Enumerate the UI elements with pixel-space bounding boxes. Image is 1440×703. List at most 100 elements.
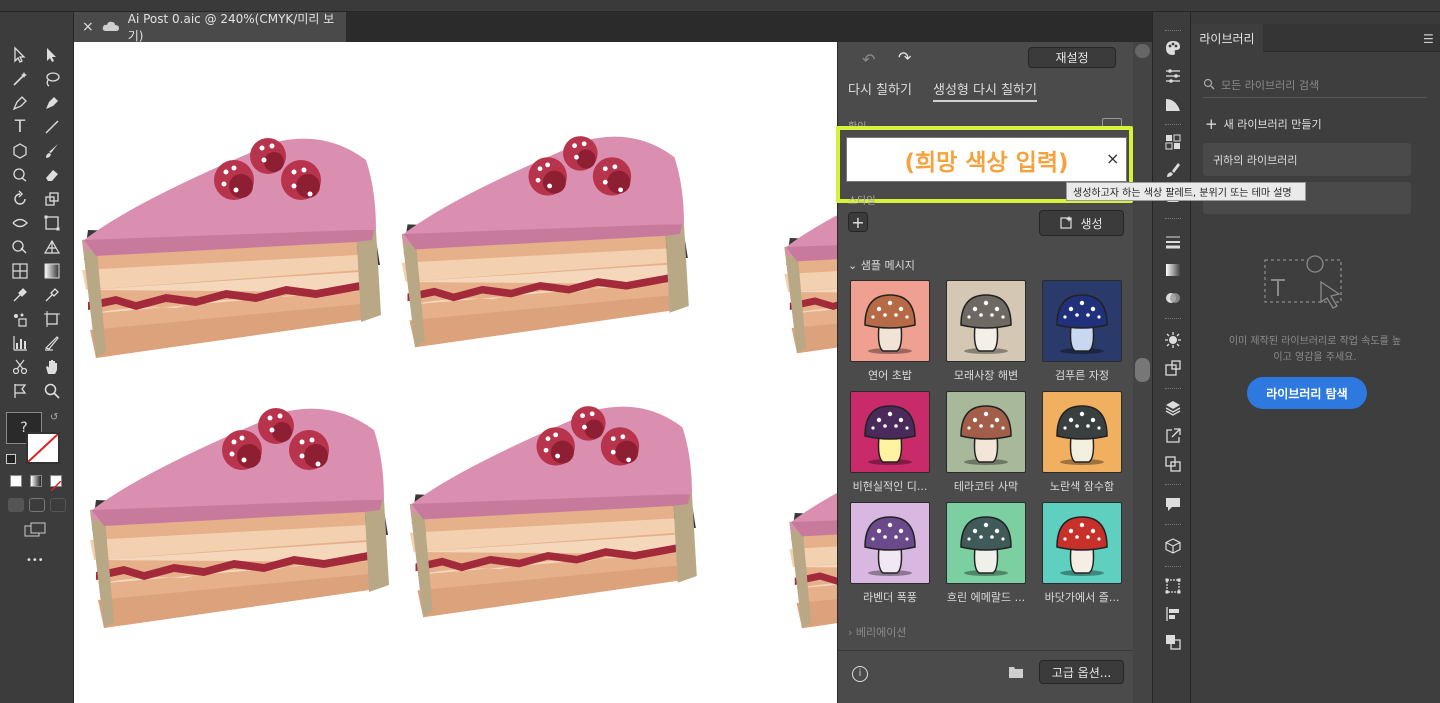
sample-swatch[interactable] [1042,391,1122,473]
pathfinder-icon[interactable] [1163,632,1183,652]
symbol-sprayer-icon[interactable] [8,308,32,330]
screen-mode-icon[interactable] [24,522,48,538]
mushroom-icon [864,405,916,465]
default-colors-icon[interactable] [6,454,16,464]
sample-label: 검푸른 자정 [1054,369,1110,382]
swap-fill-stroke-icon[interactable]: ↺ [50,412,60,423]
scroll-thumb[interactable] [1135,358,1150,382]
paintbrush-tool-icon[interactable] [40,140,64,162]
free-transform-icon[interactable] [40,212,64,234]
prompt-input[interactable]: (희망 색상 입력) [846,137,1127,182]
document-tab[interactable]: × Ai Post 0.aic @ 240%(CMYK/미리 보기) [74,12,346,43]
new-library-button[interactable]: + 새 라이브러리 만들기 [1205,115,1322,133]
zoom-tool-icon[interactable] [40,380,64,402]
draw-normal-icon[interactable] [8,498,24,512]
grip [1165,30,1181,33]
panel-scrollbar[interactable] [1133,42,1152,703]
stroke-icon[interactable] [1163,232,1183,252]
clear-prompt-icon[interactable]: × [1106,149,1119,168]
shape-tool-icon[interactable] [8,140,32,162]
sample-label: 비현실적인 디... [852,480,928,493]
library-search[interactable]: 모든 라이브러리 검색 [1203,72,1427,98]
sample-swatch[interactable] [1042,502,1122,584]
swatches-icon[interactable] [1163,132,1183,152]
draw-behind-icon[interactable] [29,498,45,512]
hand-tool-icon[interactable] [40,356,64,378]
measure-tool-icon[interactable] [40,284,64,306]
sample-swatch[interactable] [946,502,1026,584]
align-icon[interactable] [1163,604,1183,624]
edit-toolbar-icon[interactable]: ••• [26,555,44,566]
reset-button[interactable]: 재설정 [1028,47,1116,68]
flag-tool-icon[interactable] [8,380,32,402]
library-top-strip [1191,12,1440,24]
tab-generative-recolor[interactable]: 생성형 다시 칠하기 [933,79,1037,102]
sample-swatch[interactable] [1042,280,1122,362]
export-icon[interactable] [1163,426,1183,446]
slice-tool-icon[interactable] [40,332,64,354]
lasso-tool-icon[interactable] [40,68,64,90]
gradient-panel-icon[interactable] [1163,260,1183,280]
stroke-swatch[interactable] [26,432,60,464]
artboard-canvas[interactable] [74,42,837,703]
your-library-item[interactable]: 귀하의 라이브러리 [1203,143,1411,176]
properties-icon[interactable] [1163,66,1183,86]
sample-swatch[interactable] [850,280,930,362]
magic-wand-icon[interactable] [8,68,32,90]
document-title: Ai Post 0.aic @ 240%(CMYK/미리 보기) [127,12,335,43]
3d-materials-icon[interactable] [1163,536,1183,556]
color-palette-icon[interactable] [1163,38,1183,58]
artboards-icon[interactable] [1163,454,1183,474]
tab-recolor[interactable]: 다시 칠하기 [848,79,912,98]
draw-inside-icon[interactable] [50,498,66,512]
artboard-tool-icon[interactable] [40,308,64,330]
redo-icon[interactable]: ↷ [898,48,911,67]
graphic-styles-icon[interactable] [1163,330,1183,350]
variations-header[interactable]: › 베리에이션 [848,624,907,640]
folder-icon[interactable] [1008,664,1024,683]
info-icon[interactable]: i [852,666,868,682]
eraser-tool-icon[interactable] [40,164,64,186]
samples-header[interactable]: ⌄ 샘플 메시지 [848,257,915,273]
panel-menu-icon[interactable]: ☰ [1423,32,1434,46]
sample-swatch[interactable] [946,391,1026,473]
gradient-mode-icon[interactable] [30,475,42,487]
scale-tool-icon[interactable] [40,188,64,210]
eyedropper-tool-icon[interactable] [8,284,32,306]
mesh-tool-icon[interactable] [8,260,32,282]
close-tab-icon[interactable]: × [82,19,94,35]
undo-icon[interactable]: ↶ [862,50,875,69]
library-tab-bar: 라이브러리 ☰ [1191,24,1440,52]
transform-icon[interactable] [1163,576,1183,596]
graph-tool-icon[interactable] [8,332,32,354]
brushes-icon[interactable] [1163,160,1183,180]
appearance-icon[interactable] [1163,94,1183,114]
color-mode-icon[interactable] [10,475,22,487]
sample-swatch[interactable] [850,391,930,473]
advanced-options-button[interactable]: 고급 옵션... [1039,660,1124,684]
perspective-grid-icon[interactable] [40,236,64,258]
type-tool-icon[interactable]: T [8,116,32,138]
tab-libraries[interactable]: 라이브러리 [1191,24,1263,52]
transparency-icon[interactable] [1163,288,1183,308]
curvature-tool-icon[interactable] [40,92,64,114]
pen-tool-icon[interactable] [8,92,32,114]
shape-builder-icon[interactable] [8,236,32,258]
sample-swatch[interactable] [946,280,1026,362]
shaper-tool-icon[interactable] [8,164,32,186]
selection-tool-icon[interactable] [8,44,32,66]
none-mode-icon[interactable] [50,475,62,492]
direct-selection-tool-icon[interactable] [40,44,64,66]
browse-libraries-button[interactable]: 라이브러리 탐색 [1247,377,1367,409]
gradient-tool-icon[interactable] [40,260,64,282]
layers-icon[interactable] [1163,398,1183,418]
scissors-tool-icon[interactable] [8,356,32,378]
add-reference-button[interactable]: + [848,212,868,232]
generate-button[interactable]: 생성 [1039,210,1124,236]
width-tool-icon[interactable] [8,212,32,234]
sample-swatch[interactable] [850,502,930,584]
line-tool-icon[interactable] [40,116,64,138]
asset-export-icon[interactable] [1163,358,1183,378]
rotate-tool-icon[interactable] [8,188,32,210]
comments-icon[interactable] [1163,494,1183,514]
